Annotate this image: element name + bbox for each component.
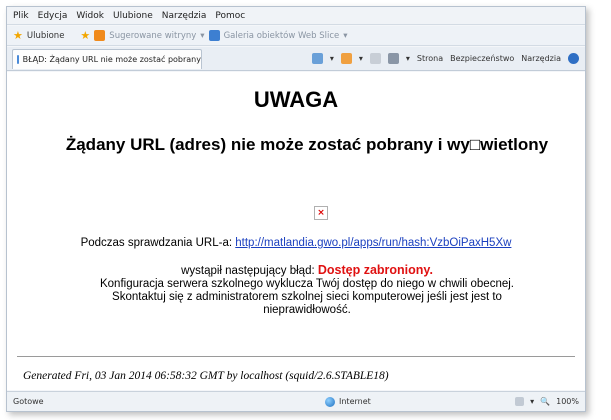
menu-file[interactable]: Plik bbox=[13, 11, 29, 21]
security-zone[interactable]: Internet bbox=[339, 397, 371, 406]
dropdown-arrow-icon[interactable]: ▾ bbox=[530, 397, 534, 406]
feeds-icon[interactable] bbox=[340, 53, 352, 64]
web-slice-gallery-link[interactable]: Galeria obiektów Web Slice bbox=[224, 31, 340, 41]
page-menu[interactable]: Strona bbox=[417, 54, 443, 63]
page-heading: UWAGA bbox=[253, 87, 339, 112]
security-menu[interactable]: Bezpieczeństwo bbox=[450, 54, 514, 63]
generated-footer: Generated Fri, 03 Jan 2014 06:58:32 GMT … bbox=[23, 370, 389, 382]
error-prefix: wystąpił następujący błąd: bbox=[181, 265, 315, 277]
dropdown-arrow-icon[interactable]: ▾ bbox=[343, 31, 347, 41]
browser-window: Plik Edycja Widok Ulubione Narzędzia Pom… bbox=[6, 6, 586, 412]
protected-mode-icon[interactable] bbox=[515, 397, 525, 406]
requested-url-link[interactable]: http://matlandia.gwo.pl/apps/run/hash:Vz… bbox=[235, 237, 511, 249]
tab-title: BŁĄD: Żądany URL nie może zostać pobrany bbox=[22, 54, 201, 64]
tab-active[interactable]: BŁĄD: Żądany URL nie może zostać pobrany bbox=[12, 48, 202, 69]
dropdown-arrow-icon[interactable]: ▾ bbox=[330, 54, 334, 63]
url-check-label: Podczas sprawdzania URL-a: bbox=[80, 237, 233, 249]
menu-help[interactable]: Pomoc bbox=[215, 11, 245, 21]
dropdown-arrow-icon[interactable]: ▾ bbox=[359, 54, 363, 63]
error-line-1: Konfiguracja serwera szkolnego wyklucza … bbox=[99, 278, 514, 290]
dropdown-arrow-icon[interactable]: ▾ bbox=[200, 31, 204, 41]
favorites-bar: ★ Ulubione ★ Sugerowane witryny ▾ Galeri… bbox=[7, 26, 585, 46]
error-line-2: Skontaktuj się z administratorem szkolne… bbox=[112, 291, 502, 316]
tools-menu[interactable]: Narzędzia bbox=[521, 54, 561, 63]
dropdown-arrow-icon[interactable]: ▾ bbox=[406, 54, 410, 63]
web-slice-icon bbox=[208, 30, 220, 41]
error-details: wystąpił następujący błąd: Dostęp zabron… bbox=[97, 264, 517, 317]
menu-bar: Plik Edycja Widok Ulubione Narzędzia Pom… bbox=[7, 7, 585, 25]
favorites-star-icon[interactable]: ★ bbox=[13, 30, 23, 41]
print-icon[interactable] bbox=[387, 53, 399, 64]
internet-zone-icon bbox=[325, 396, 335, 407]
add-favorite-icon[interactable]: ★ bbox=[80, 30, 90, 41]
status-text: Gotowe bbox=[13, 397, 44, 406]
zoom-icon[interactable]: 🔍 bbox=[540, 397, 550, 406]
page-icon bbox=[17, 54, 19, 64]
suggested-sites-link[interactable]: Sugerowane witryny bbox=[109, 31, 196, 41]
suggested-sites-icon bbox=[94, 30, 106, 41]
favorites-button[interactable]: Ulubione bbox=[27, 31, 65, 41]
access-denied-text: Dostęp zabroniony. bbox=[317, 263, 433, 277]
horizontal-divider bbox=[17, 356, 575, 357]
menu-tools[interactable]: Narzędzia bbox=[162, 11, 207, 21]
tab-bar: BŁĄD: Żądany URL nie może zostać pobrany… bbox=[7, 47, 585, 71]
url-check-line: Podczas sprawdzania URL-a: http://matlan… bbox=[7, 237, 585, 249]
zoom-level[interactable]: 100% bbox=[556, 397, 579, 406]
status-bar: Gotowe Internet ▾ 🔍 100% bbox=[7, 391, 585, 411]
home-icon[interactable] bbox=[311, 53, 323, 64]
menu-favorites[interactable]: Ulubione bbox=[113, 11, 153, 21]
error-message: Żądany URL (adres) nie może zostać pobra… bbox=[65, 135, 549, 154]
mail-icon[interactable] bbox=[369, 53, 381, 64]
help-icon[interactable] bbox=[568, 53, 579, 64]
page-content: UWAGA Żądany URL (adres) nie może zostać… bbox=[7, 72, 585, 390]
menu-edit[interactable]: Edycja bbox=[38, 11, 68, 21]
command-bar: ▾ ▾ ▾ Strona Bezpieczeństwo Narzędzia bbox=[311, 53, 585, 64]
broken-image-icon: × bbox=[314, 206, 328, 220]
menu-view[interactable]: Widok bbox=[76, 11, 104, 21]
